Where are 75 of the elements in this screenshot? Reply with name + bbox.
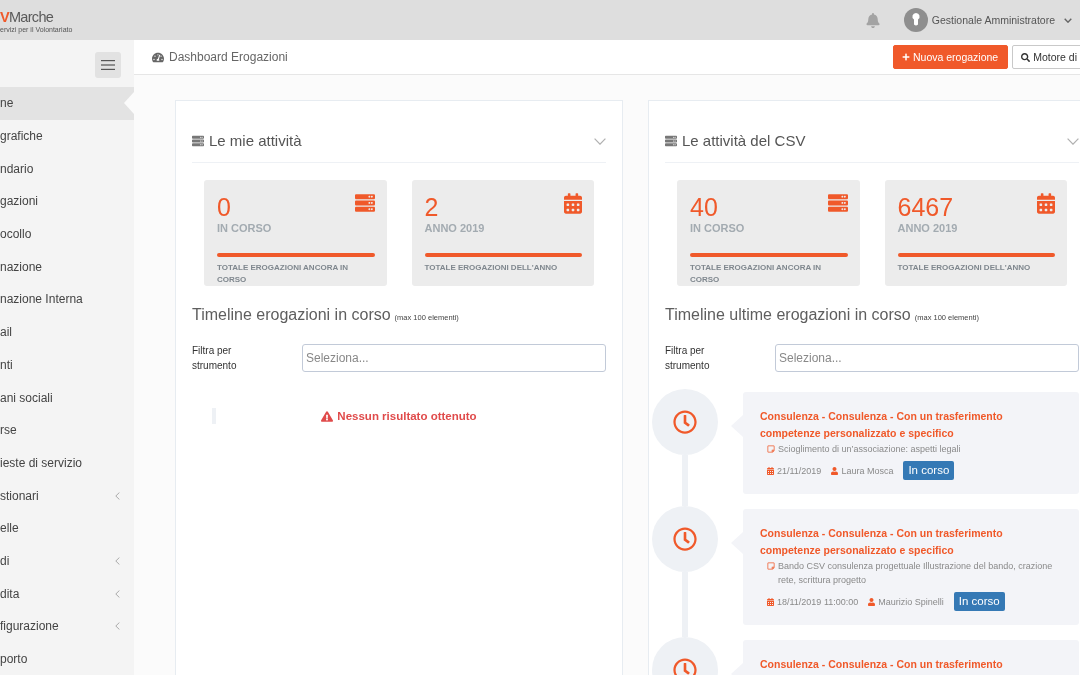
stat-label: ANNO 2019 [424,222,486,235]
sidebar-item[interactable]: porto [0,642,134,675]
user-menu[interactable]: Gestionale Amministratore [903,8,1072,32]
empty-message: Nessun risultato ottenuto [337,410,477,422]
warning-icon [321,410,334,422]
sidebar-item[interactable]: ieste di servizio [0,446,134,480]
clock-icon [673,658,697,675]
timeline-title: Timeline erogazioni in corso [192,306,391,324]
server-icon [192,135,204,147]
sidebar-item[interactable]: ani sociali [0,381,134,414]
filter-label: Filtra per strumento [192,344,238,373]
stat-label: ANNO 2019 [897,222,959,235]
item-description: Scioglimento di un’associazione: aspetti legali [778,443,961,456]
sidebar-item[interactable]: di [0,544,134,578]
clock-icon [673,410,697,434]
sidebar-item[interactable]: nazione [0,250,134,284]
status-badge: In corso [953,592,1005,611]
calendar-icon [564,193,582,214]
search-icon [1021,52,1031,62]
sidebar-item[interactable]: elle [0,511,134,545]
sidebar-item[interactable]: gazioni [0,185,134,218]
server-icon [354,193,375,213]
chevron-down-icon[interactable] [1067,137,1079,145]
timeline-title: Timeline ultime erogazioni in corso [665,306,911,324]
sidebar-item[interactable]: dita [0,577,134,610]
bell-icon[interactable] [865,12,880,28]
select-field[interactable]: Seleziona... [302,344,606,372]
calendar-icon [767,597,774,606]
stat-label: IN CORSO [690,222,746,235]
sidebar-item[interactable]: stionari [0,479,134,512]
item-person: Laura Mosca [841,465,894,476]
stat-value: 40 [690,193,718,221]
panel-title: Le mie attività [209,131,302,151]
sidebar-item[interactable]: grafiche [0,119,134,153]
stat-caption: TOTALE EROGAZIONI DELL'ANNO [424,262,559,274]
panel-title: Le attività del CSV [682,131,806,151]
page-title: Dashboard Erogazioni [169,50,288,64]
stat-value: 0 [217,193,231,221]
server-icon [665,135,677,147]
user-icon [868,597,876,606]
stat-caption: TOTALE EROGAZIONI DELL'ANNO [897,262,1032,274]
stat-caption: TOTALE EROGAZIONI ANCORA IN CORSO [690,262,823,286]
calendar-icon [767,466,774,475]
clock-icon [673,527,697,551]
user-icon [831,466,839,475]
server-icon [827,193,848,213]
item-date: 21/11/2019 [777,465,822,476]
sidebar-item[interactable]: nazione Interna [0,283,134,316]
menu-button[interactable] [95,52,121,78]
plus-icon [902,53,910,61]
logo-wordmark[interactable]: VMarche [0,9,73,25]
status-badge: In corso [903,461,955,480]
dashboard-icon [152,51,164,63]
sidebar-item[interactable]: figurazione [0,610,134,643]
sidebar-item[interactable]: rse [0,413,134,447]
calendar-icon [1037,193,1055,214]
menu-icon [101,60,115,70]
stat-caption: TOTALE EROGAZIONI ANCORA IN CORSO [217,262,350,286]
item-person: Maurizio Spinelli [878,596,944,607]
stat-value: 6467 [897,193,954,221]
search-button[interactable]: Motore di [1012,45,1080,69]
filter-label: Filtra per strumento [665,344,711,373]
sidebar-item[interactable]: ocollo [0,217,134,251]
item-date: 18/11/2019 11:00:00 [777,596,859,607]
avatar-icon [903,8,928,32]
stat-label: IN CORSO [217,222,273,235]
sidebar-item[interactable]: nti [0,348,134,382]
item-description: Bando CSV consulenza progettuale Illustrazione del bando, crazione rete, scrittura progetto [778,560,1054,587]
caret-icon [1064,17,1072,23]
sidebar-item[interactable]: ail [0,315,134,349]
stat-value: 2 [424,193,439,221]
sidebar-item[interactable]: ndario [0,152,134,186]
chevron-down-icon[interactable] [594,137,606,145]
select-field[interactable]: Seleziona... [775,344,1079,372]
sidebar-item[interactable]: ne [0,87,134,120]
